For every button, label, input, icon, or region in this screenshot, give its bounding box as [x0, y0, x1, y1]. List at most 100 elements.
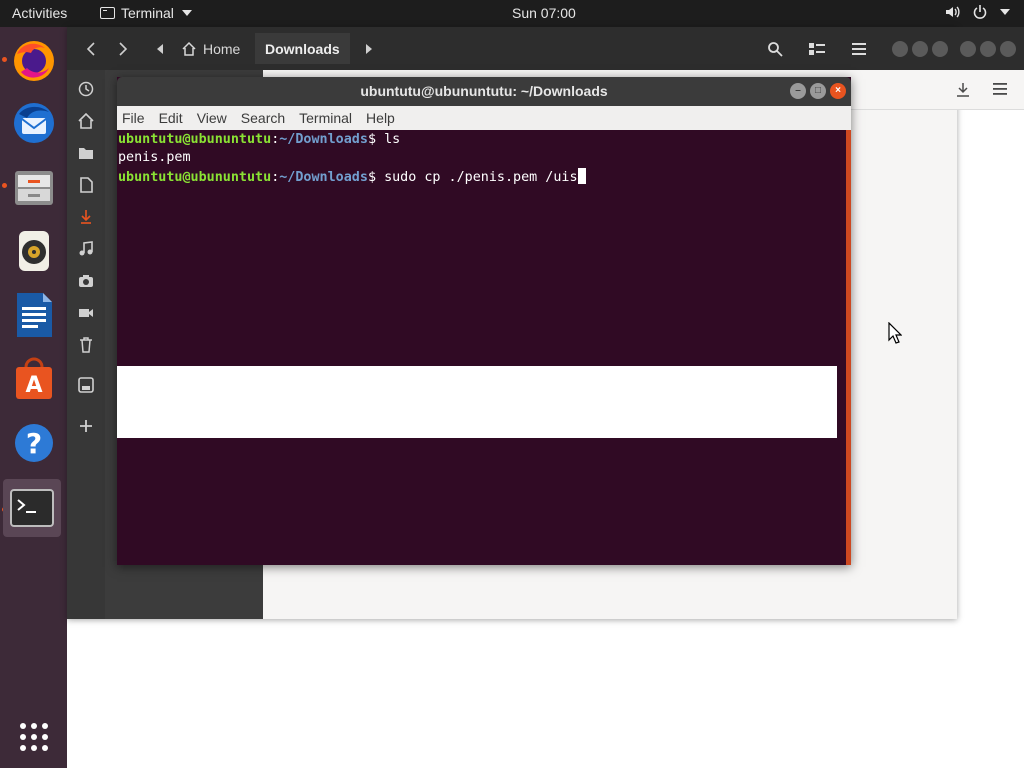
top-bar: Activities Terminal Sun 07:00 — [0, 0, 1024, 27]
menu-terminal[interactable]: Terminal — [299, 110, 352, 126]
search-button[interactable] — [759, 34, 791, 64]
clock[interactable]: Sun 07:00 — [512, 5, 576, 21]
prompt-path: ~/Downloads — [279, 132, 368, 147]
close-button[interactable] — [932, 41, 948, 57]
minimize-button[interactable] — [960, 41, 976, 57]
terminal-launcher[interactable] — [3, 479, 61, 537]
thunderbird-icon — [14, 103, 54, 143]
maximize-button[interactable] — [980, 41, 996, 57]
list-view-icon — [809, 43, 825, 55]
download-button[interactable] — [955, 82, 971, 103]
breadcrumb-right-arrow[interactable] — [363, 34, 375, 64]
menu-button[interactable] — [843, 34, 875, 64]
breadcrumb-home[interactable]: Home — [171, 33, 250, 64]
breadcrumb-home-label: Home — [203, 40, 241, 57]
power-icon — [973, 5, 987, 19]
terminal-titlebar[interactable]: ubuntutu@ubununtutu: ~/Downloads – □ × — [117, 77, 851, 106]
menu-file[interactable]: File — [122, 110, 145, 126]
menu-help[interactable]: Help — [366, 110, 395, 126]
drive-icon[interactable] — [78, 377, 94, 393]
terminal-menubar: File Edit View Search Terminal Help — [117, 106, 851, 130]
breadcrumb-left-arrow[interactable] — [153, 34, 167, 64]
maximize-button[interactable]: □ — [810, 83, 826, 99]
writer-icon — [17, 293, 52, 337]
minimize-button[interactable] — [892, 41, 908, 57]
terminal-line: penis.pem — [118, 150, 191, 165]
thunderbird-launcher[interactable] — [6, 95, 62, 151]
prompt-user: ubuntutu@ubununtutu — [118, 170, 272, 185]
files-icon — [15, 171, 53, 205]
prompt-path: ~/Downloads — [279, 170, 368, 185]
file-manager-header: Home Downloads — [67, 27, 1024, 70]
app-menu[interactable]: Terminal — [100, 5, 192, 21]
system-menu[interactable] — [944, 4, 1010, 20]
file-manager-icon-sidebar — [67, 70, 105, 619]
firefox-icon — [14, 41, 54, 81]
terminal-scrollbar[interactable] — [846, 130, 851, 565]
breadcrumb-current[interactable]: Downloads — [255, 33, 350, 64]
terminal-output[interactable]: ubuntutu@ubununtutu:~/Downloads$ ls peni… — [117, 130, 846, 565]
plus-icon[interactable] — [78, 418, 94, 434]
command-text: ls — [384, 132, 401, 147]
folder-icon[interactable] — [78, 145, 94, 161]
breadcrumb-current-label: Downloads — [265, 40, 340, 57]
app-menu-label: Terminal — [121, 5, 174, 21]
activities-button[interactable]: Activities — [12, 5, 67, 21]
triangle-left-icon — [157, 44, 163, 54]
close-button[interactable]: × — [830, 83, 846, 99]
minimize-button[interactable]: – — [790, 83, 806, 99]
files-launcher[interactable] — [6, 159, 62, 215]
help-launcher[interactable]: ? — [6, 415, 62, 471]
close-button[interactable] — [1000, 41, 1016, 57]
trash-icon[interactable] — [78, 337, 94, 353]
terminal-title: ubuntutu@ubununtutu: ~/Downloads — [360, 83, 608, 99]
terminal-small-icon — [100, 7, 115, 19]
volume-icon — [946, 6, 960, 18]
terminal-window-controls: – □ × — [790, 83, 846, 99]
mouse-pointer-icon — [888, 322, 902, 344]
triangle-right-icon — [366, 44, 372, 54]
music-icon[interactable] — [78, 241, 94, 257]
recent-icon[interactable] — [78, 81, 94, 97]
app-grid-icon — [20, 723, 48, 751]
download-icon — [957, 83, 969, 97]
ubuntu-software-icon: A — [16, 357, 52, 399]
menu-edit[interactable]: Edit — [159, 110, 183, 126]
chevron-down-icon — [181, 10, 192, 16]
view-toggle-button[interactable] — [801, 34, 833, 64]
software-launcher[interactable]: A — [6, 351, 62, 407]
firefox-launcher[interactable] — [6, 33, 62, 89]
command-text: sudo cp ./penis.pem /uis — [384, 170, 578, 185]
chevron-down-icon — [1000, 9, 1010, 15]
chevron-left-icon — [86, 42, 95, 56]
search-icon — [768, 42, 783, 57]
prompt-user: ubuntutu@ubununtutu — [118, 132, 272, 147]
show-applications-button[interactable] — [6, 709, 62, 765]
window-controls-secondary — [957, 34, 1019, 64]
document-icon[interactable] — [78, 177, 94, 193]
prompt-symbol: $ — [367, 132, 385, 147]
hamburger-icon[interactable] — [993, 83, 1007, 95]
prompt-symbol: $ — [367, 170, 385, 185]
command-output: penis.pem — [118, 150, 191, 165]
back-button[interactable] — [81, 34, 101, 64]
rhythmbox-launcher[interactable] — [6, 223, 62, 279]
home-icon[interactable] — [78, 113, 94, 129]
forward-button[interactable] — [113, 34, 133, 64]
writer-launcher[interactable] — [6, 287, 62, 343]
downloads-icon[interactable] — [78, 209, 94, 225]
svg-text:A: A — [25, 373, 42, 398]
maximize-button[interactable] — [912, 41, 928, 57]
rhythmbox-icon — [19, 231, 49, 271]
text-cursor — [577, 168, 586, 184]
terminal-line: ubuntutu@ubununtutu:~/Downloads$ ls — [118, 132, 400, 147]
home-icon — [182, 41, 196, 56]
redaction-bar — [117, 366, 837, 438]
camera-icon[interactable] — [78, 273, 94, 289]
menu-search[interactable]: Search — [241, 110, 285, 126]
help-icon: ? — [15, 424, 53, 462]
video-icon[interactable] — [78, 305, 94, 321]
terminal-window: ubuntutu@ubununtutu: ~/Downloads – □ × F… — [117, 77, 851, 565]
menu-view[interactable]: View — [197, 110, 227, 126]
chevron-right-icon — [119, 42, 128, 56]
